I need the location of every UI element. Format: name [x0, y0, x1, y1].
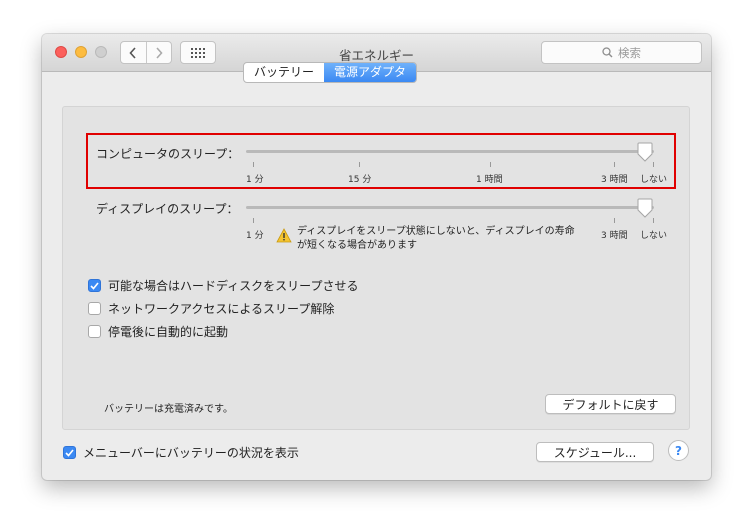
tick-label: 1 分 — [246, 231, 264, 241]
search-icon — [602, 47, 613, 58]
warning-icon — [276, 228, 292, 243]
warning-line: が短くなる場合があります — [297, 240, 417, 251]
warning-line: ディスプレイをスリープ状態にしないと、ディスプレイの寿命 — [297, 226, 575, 237]
display-sleep-thumb[interactable] — [637, 198, 653, 218]
display-sleep-warning: ディスプレイをスリープ状態にしないと、ディスプレイの寿命 が短くなる場合がありま… — [297, 225, 597, 253]
option-label: 可能な場合はハードディスクをスリープさせる — [108, 279, 359, 293]
help-button[interactable]: ? — [668, 440, 689, 461]
show-battery-status-option[interactable]: メニューバーにバッテリーの状況を表示 — [63, 444, 299, 461]
schedule-button[interactable]: スケジュール... — [536, 442, 654, 462]
checkbox[interactable] — [88, 279, 101, 292]
tab-bar: バッテリー 電源アダプタ — [243, 62, 418, 83]
display-sleep-label: ディスプレイのスリープ： — [96, 202, 239, 216]
tick — [653, 218, 654, 223]
option-hard-disk-sleep[interactable]: 可能な場合はハードディスクをスリープさせる — [88, 277, 358, 294]
highlight-box — [86, 133, 676, 189]
tab-power-adapter[interactable]: 電源アダプタ — [324, 63, 417, 82]
display-sleep-track[interactable] — [246, 206, 654, 209]
option-label: メニューバーにバッテリーの状況を表示 — [83, 446, 299, 460]
search-field[interactable]: 検索 — [541, 41, 702, 64]
tick-label: 3 時間 — [601, 231, 628, 241]
tick — [253, 218, 254, 223]
battery-status-text: バッテリーは充電済みです。 — [104, 404, 233, 415]
checkbox[interactable] — [88, 302, 101, 315]
tick — [614, 218, 615, 223]
option-label: ネットワークアクセスによるスリープ解除 — [108, 302, 335, 316]
option-wake-network[interactable]: ネットワークアクセスによるスリープ解除 — [88, 300, 334, 317]
checkbox[interactable] — [88, 325, 101, 338]
restore-defaults-button[interactable]: デフォルトに戻す — [545, 394, 676, 414]
checkmark-icon — [90, 281, 99, 290]
checkmark-icon — [65, 448, 74, 457]
option-restart-power-failure[interactable]: 停電後に自動的に起動 — [88, 323, 228, 340]
search-placeholder: 検索 — [618, 45, 641, 60]
tab-battery[interactable]: バッテリー — [244, 63, 324, 82]
tick-label: しない — [640, 231, 668, 241]
checkbox[interactable] — [63, 446, 76, 459]
option-label: 停電後に自動的に起動 — [108, 325, 229, 339]
